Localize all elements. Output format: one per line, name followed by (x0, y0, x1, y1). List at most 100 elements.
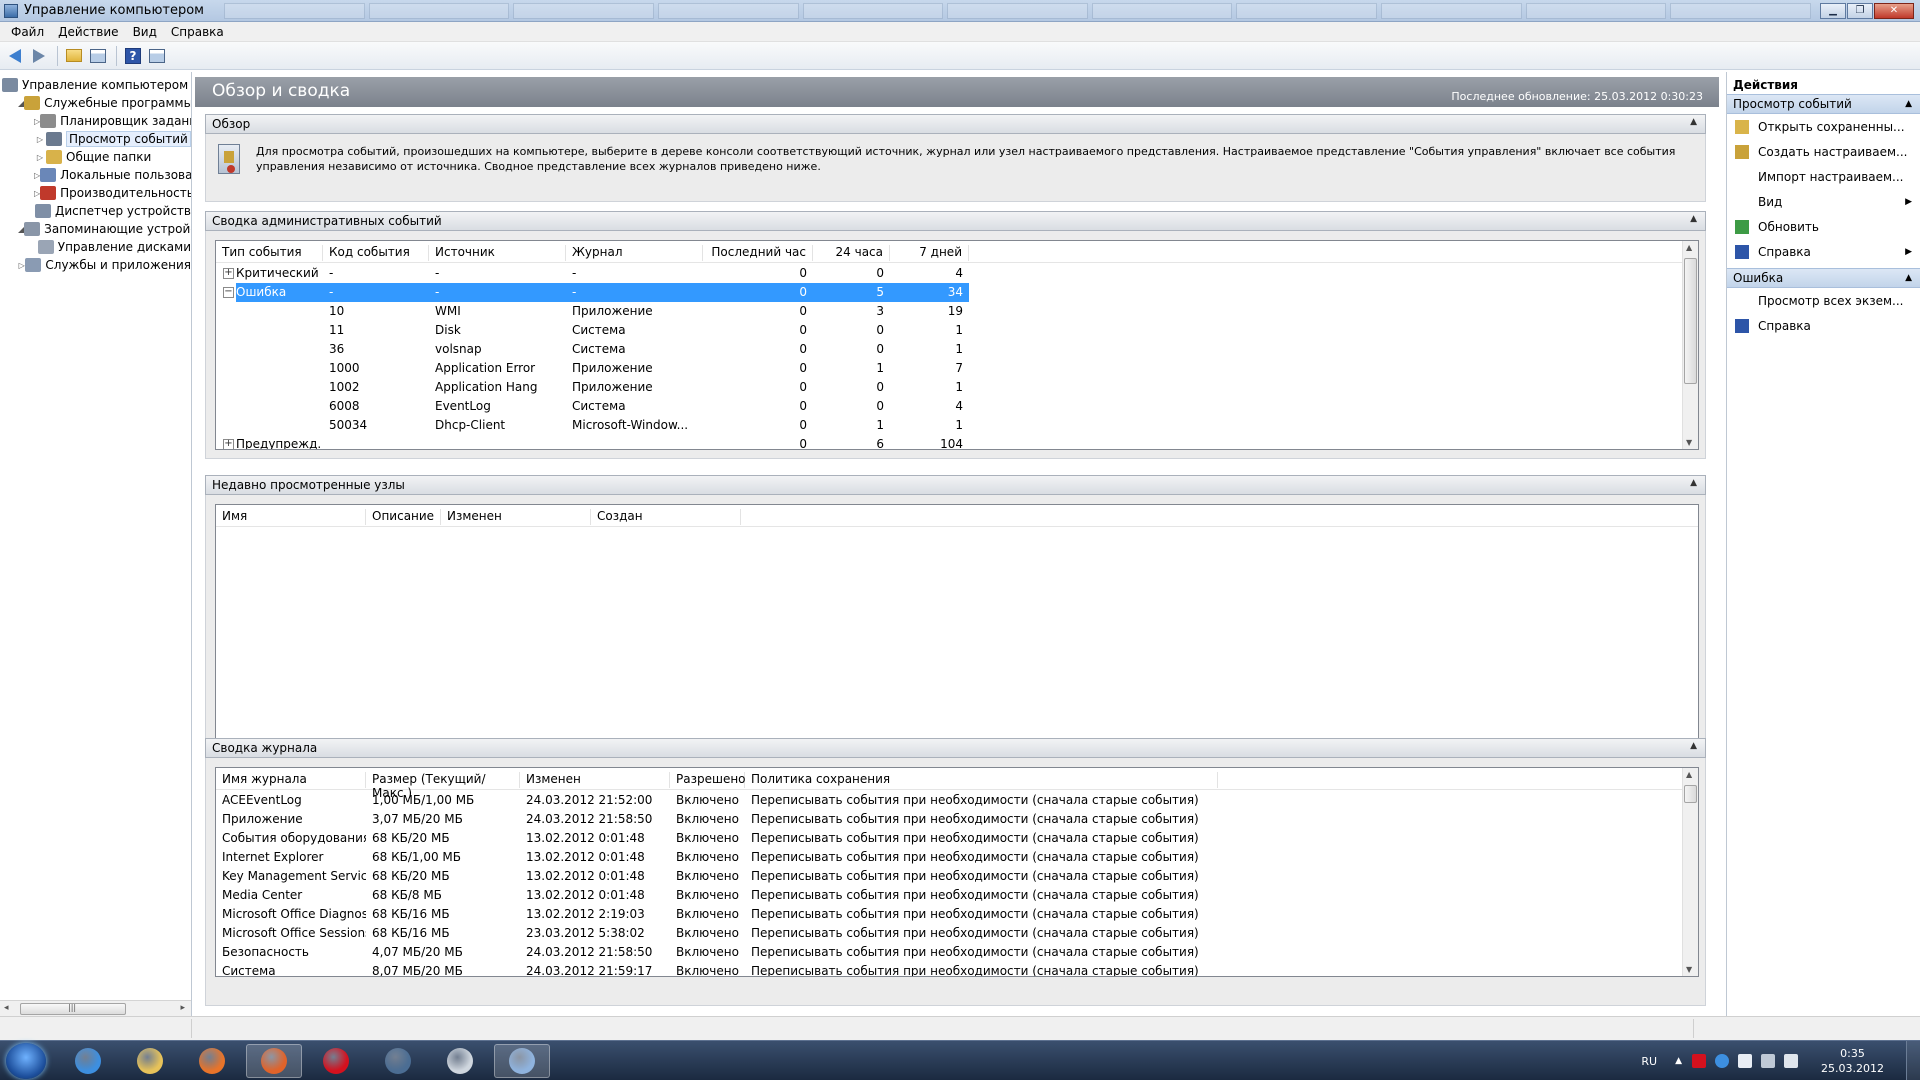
tray-app-icon[interactable] (1692, 1054, 1707, 1068)
table-row[interactable]: 1000 Application Error Приложение 0 1 7 (216, 359, 1698, 378)
table-row[interactable]: 10 WMI Приложение 0 3 19 (216, 302, 1698, 321)
action-item[interactable]: Импорт настраиваем... (1727, 164, 1920, 189)
table-row[interactable]: Безопасность 4,07 МБ/20 МБ 24.03.2012 21:5… (216, 943, 1698, 962)
expand-icon[interactable]: + (223, 439, 234, 449)
show-hide-actions-button[interactable] (146, 45, 168, 67)
table-row[interactable]: 1002 Application Hang Приложение 0 0 1 (216, 378, 1698, 397)
show-hide-tree-button[interactable] (87, 45, 109, 67)
log-summary-vertical-scrollbar[interactable]: ▲ ▼ (1682, 768, 1698, 976)
help-button[interactable]: ? (122, 45, 144, 67)
taskbar-app-opera[interactable] (308, 1044, 364, 1078)
start-button[interactable] (6, 1043, 46, 1079)
scroll-down-icon[interactable]: ▼ (1686, 965, 1692, 974)
action-item[interactable]: Справка ▶ (1727, 239, 1920, 264)
col-name[interactable]: Имя (216, 509, 366, 525)
table-row[interactable]: Приложение 3,07 МБ/20 МБ 24.03.2012 21:58:… (216, 810, 1698, 829)
forward-button[interactable] (28, 45, 50, 67)
show-hidden-icons[interactable]: ▲ (1675, 1056, 1682, 1066)
action-item[interactable]: Открыть сохраненны... (1727, 114, 1920, 139)
expand-twisty-icon[interactable]: ▷ (18, 261, 25, 270)
taskbar-app-file-explorer[interactable] (122, 1044, 178, 1078)
expand-twisty-icon[interactable]: ▷ (34, 153, 46, 162)
table-row[interactable]: Internet Explorer 68 КБ/1,00 МБ 13.02.2012… (216, 848, 1698, 867)
tree-item-3[interactable]: ▷ Просмотр событий (0, 130, 191, 148)
col-event-type[interactable]: Тип события (216, 245, 323, 261)
col-log-modified[interactable]: Изменен (520, 772, 670, 788)
col-modified[interactable]: Изменен (441, 509, 591, 525)
tree-item-9[interactable]: Управление дисками (0, 238, 191, 256)
scroll-down-icon[interactable]: ▼ (1686, 438, 1692, 447)
col-event-code[interactable]: Код события (323, 245, 429, 261)
table-row[interactable]: Microsoft Office Diagnos... 68 КБ/16 МБ 13… (216, 905, 1698, 924)
taskbar-app-media-player[interactable] (184, 1044, 240, 1078)
col-log[interactable]: Журнал (566, 245, 703, 261)
taskbar-app-steam[interactable] (370, 1044, 426, 1078)
collapse-icon[interactable]: ▲ (1905, 99, 1912, 109)
tree-item-0[interactable]: Управление компьютером (л (0, 76, 191, 94)
col-24-hours[interactable]: 24 часа (813, 245, 890, 261)
tree-item-10[interactable]: ▷ Службы и приложения (0, 256, 191, 274)
taskbar-app-clock-app[interactable] (432, 1044, 488, 1078)
table-row[interactable]: Media Center 68 КБ/8 МБ 13.02.2012 0:01:48… (216, 886, 1698, 905)
collapse-icon[interactable]: ▲ (1905, 273, 1912, 283)
show-desktop-button[interactable] (1906, 1041, 1920, 1080)
table-row[interactable]: − Ошибка - - - 0 5 34 (216, 283, 1698, 302)
col-size[interactable]: Размер (Текущий/Макс.) (366, 772, 520, 800)
collapse-icon[interactable]: ▲ (1690, 478, 1697, 488)
log-summary-section-header[interactable]: Сводка журнала ▲ (205, 738, 1706, 758)
action-item[interactable]: Справка (1727, 313, 1920, 338)
scroll-right-icon[interactable]: ▸ (180, 1003, 185, 1013)
maximize-button[interactable]: ❐ (1847, 2, 1873, 19)
table-row[interactable]: 11 Disk Система 0 0 1 (216, 321, 1698, 340)
col-retention-policy[interactable]: Политика сохранения (745, 772, 1218, 788)
table-row[interactable]: 6008 EventLog Система 0 0 4 (216, 397, 1698, 416)
table-row[interactable]: + Предупрежд... 0 6 104 (216, 435, 1698, 449)
tree-item-2[interactable]: ▷ Планировщик заданий (0, 112, 191, 130)
scroll-thumb[interactable] (1684, 785, 1697, 803)
table-row[interactable]: ACEEventLog 1,00 МБ/1,00 МБ 24.03.2012 21:… (216, 791, 1698, 810)
taskbar-app-internet-explorer[interactable] (60, 1044, 116, 1078)
action-item[interactable]: Вид ▶ (1727, 189, 1920, 214)
tree-item-7[interactable]: Диспетчер устройств (0, 202, 191, 220)
tree-item-4[interactable]: ▷ Общие папки (0, 148, 191, 166)
tree-item-5[interactable]: ▷Локальные пользовате (0, 166, 191, 184)
action-item[interactable]: Создать настраиваем... (1727, 139, 1920, 164)
table-row[interactable]: 36 volsnap Система 0 0 1 (216, 340, 1698, 359)
recent-nodes-section-header[interactable]: Недавно просмотренные узлы ▲ (205, 475, 1706, 495)
expand-icon[interactable]: + (223, 268, 234, 279)
col-created[interactable]: Создан (591, 509, 741, 525)
col-enabled[interactable]: Разрешено (670, 772, 746, 788)
menu-file[interactable]: Файл (4, 25, 51, 39)
minimize-button[interactable]: ▁ (1820, 2, 1846, 19)
scroll-up-icon[interactable]: ▲ (1686, 243, 1692, 252)
scroll-up-icon[interactable]: ▲ (1686, 770, 1692, 779)
collapse-icon[interactable]: ▲ (1690, 214, 1697, 224)
tree-item-8[interactable]: ◢ Запоминающие устройст (0, 220, 191, 238)
taskbar-app-firefox[interactable] (246, 1044, 302, 1078)
scroll-left-icon[interactable]: ◂ (4, 1003, 9, 1013)
clock[interactable]: 0:35 25.03.2012 (1821, 1046, 1884, 1076)
actions-group-header[interactable]: Ошибка ▲ (1727, 268, 1920, 288)
table-row[interactable]: События оборудования 68 КБ/20 МБ 13.02.201… (216, 829, 1698, 848)
network-icon[interactable] (1761, 1054, 1776, 1068)
admin-summary-section-header[interactable]: Сводка административных событий ▲ (205, 211, 1706, 231)
collapse-icon[interactable]: ▲ (1690, 741, 1697, 751)
language-indicator[interactable]: RU (1641, 1055, 1657, 1068)
table-row[interactable]: Microsoft Office Sessions 68 КБ/16 МБ 23.0… (216, 924, 1698, 943)
scroll-thumb[interactable] (1684, 258, 1697, 384)
close-button[interactable]: ✕ (1874, 2, 1914, 19)
action-center-flag-icon[interactable] (1738, 1054, 1753, 1068)
col-7-days[interactable]: 7 дней (890, 245, 969, 261)
tray-update-icon[interactable] (1715, 1054, 1730, 1068)
overview-section-header[interactable]: Обзор ▲ (205, 114, 1706, 134)
table-row[interactable]: + Критический - - -0 0 4 (216, 264, 1698, 283)
menu-action[interactable]: Действие (51, 25, 125, 39)
volume-icon[interactable] (1784, 1054, 1799, 1068)
col-log-name[interactable]: Имя журнала (216, 772, 366, 788)
col-last-hour[interactable]: Последний час (703, 245, 813, 261)
admin-events-vertical-scrollbar[interactable]: ▲ ▼ (1682, 241, 1698, 449)
action-item[interactable]: Просмотр всех экзем... (1727, 288, 1920, 313)
expand-twisty-icon[interactable]: ▷ (34, 135, 46, 144)
menu-view[interactable]: Вид (126, 25, 164, 39)
tree-item-6[interactable]: ▷ Производительность (0, 184, 191, 202)
